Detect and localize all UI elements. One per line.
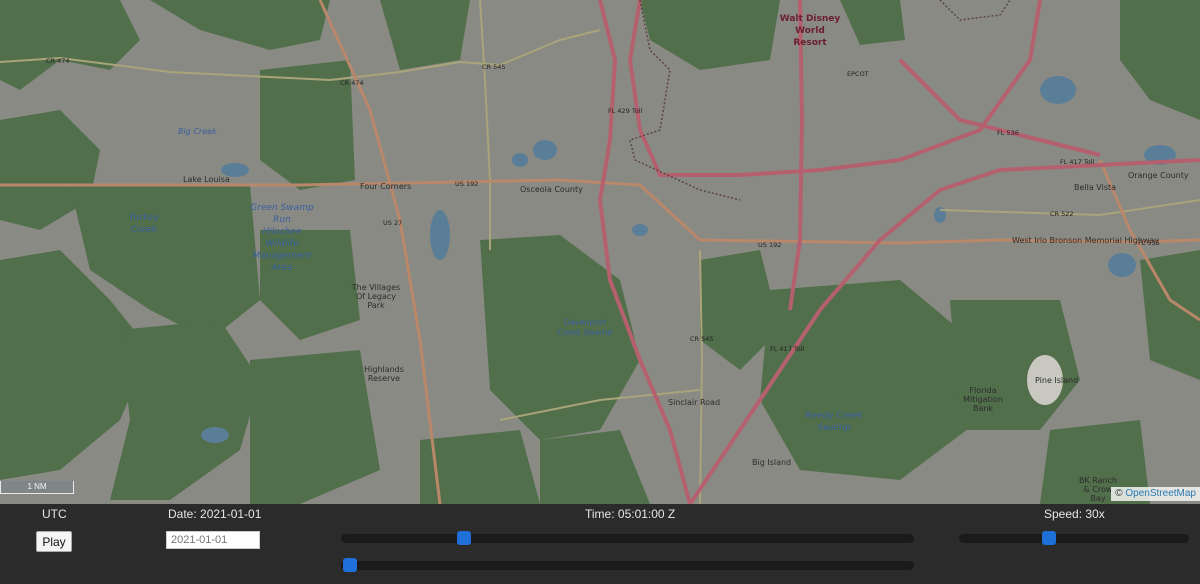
label-bk-1: BK Ranch xyxy=(1079,476,1117,485)
secondary-slider[interactable] xyxy=(341,558,914,572)
label-cr522: CR 522 xyxy=(1050,210,1074,218)
play-button[interactable]: Play xyxy=(36,531,72,552)
speed-slider[interactable] xyxy=(959,531,1189,545)
time-slider[interactable] xyxy=(341,531,914,545)
label-villages-3: Park xyxy=(367,301,385,310)
scale-bar: 1 NM xyxy=(0,481,74,494)
label-cr474-b: CR 474 xyxy=(340,79,364,87)
label-big-creek: Big Creek xyxy=(178,127,217,136)
map-view[interactable]: CR 474 CR 474 CR 545 CR 545 FL 429 Toll … xyxy=(0,0,1200,504)
label-us192-left: US 192 xyxy=(455,180,478,188)
label-us192-right: US 192 xyxy=(758,241,781,249)
label-florida-2: Mitigation xyxy=(963,395,1003,404)
label-us27: US 27 xyxy=(383,219,402,227)
label-wdw-1: Walt Disney xyxy=(780,14,841,24)
label-villages-1: The Villages xyxy=(351,283,400,292)
label-turkey-1: Turkey xyxy=(129,213,160,223)
label-turkey-2: Creek xyxy=(131,225,158,235)
label-highlands-2: Reserve xyxy=(368,374,400,383)
playback-controls: UTC Play Date: 2021-01-01 Time: 05:01:00… xyxy=(0,504,1200,584)
label-fl417-mid: FL 417 Toll xyxy=(770,345,805,353)
label-fl536: FL 536 xyxy=(997,129,1019,137)
label-bella-vista: Bella Vista xyxy=(1074,183,1116,192)
label-wdw-3: Resort xyxy=(793,38,827,48)
label-four-corners: Four Corners xyxy=(360,182,411,191)
label-sinclair: Sinclair Road xyxy=(668,398,720,407)
label-orange-county: Orange County xyxy=(1128,171,1189,180)
label-gsr-1: Green Swamp xyxy=(250,203,314,213)
secondary-slider-thumb[interactable] xyxy=(342,558,357,572)
date-input[interactable] xyxy=(166,531,260,549)
label-wdw-2: World xyxy=(795,26,825,36)
date-label: Date: 2021-01-01 xyxy=(168,507,262,521)
label-reedy-1: Reedy Creek xyxy=(805,411,863,421)
speed-label: Speed: 30x xyxy=(1044,507,1105,521)
label-gsr-2: Run xyxy=(273,215,291,225)
label-highlands-1: Highlands xyxy=(364,365,404,374)
label-fl429: FL 429 Toll xyxy=(608,107,643,115)
time-slider-thumb[interactable] xyxy=(457,531,472,545)
label-bk-3: Bay xyxy=(1090,494,1105,503)
label-reedy-2: Swamp xyxy=(817,423,850,433)
label-gsr-5: Management xyxy=(252,251,312,261)
label-davenport-2: Creek Swamp xyxy=(557,328,612,337)
label-fl417-top: FL 417 Toll xyxy=(1060,158,1095,166)
label-cr545-top: CR 545 xyxy=(482,63,506,71)
label-gsr-6: Area xyxy=(271,263,293,273)
label-pine-island: Pine Island xyxy=(1035,376,1078,385)
label-cr545-mid: CR 545 xyxy=(690,335,714,343)
label-gsr-3: Hilochee xyxy=(262,227,301,237)
label-villages-2: Of Legacy xyxy=(356,292,396,301)
speed-slider-thumb[interactable] xyxy=(1041,531,1056,545)
timezone-label: UTC xyxy=(42,507,67,521)
label-gsr-4: Wildlife xyxy=(265,239,299,249)
osm-attribution-link[interactable]: OpenStreetMap xyxy=(1125,488,1196,499)
label-davenport-1: Davenport xyxy=(564,318,607,327)
label-cr474-a: CR 474 xyxy=(46,57,70,65)
label-bk-2: & Crow xyxy=(1084,485,1113,494)
label-epcot: EPCOT xyxy=(847,70,869,78)
label-florida-1: Florida xyxy=(969,386,996,395)
map-attribution: © OpenStreetMap xyxy=(1111,487,1200,501)
label-big-island: Big Island xyxy=(752,458,791,467)
copyright-symbol: © xyxy=(1115,488,1123,499)
label-osceola-county: Osceola County xyxy=(520,185,583,194)
label-irlo: West Irlo Bronson Memorial Highway xyxy=(1012,236,1159,245)
label-lake: Lake Louisa xyxy=(183,175,230,184)
label-florida-3: Bank xyxy=(973,404,993,413)
map-tiles: CR 474 CR 474 CR 545 CR 545 FL 429 Toll … xyxy=(0,0,1200,504)
time-label: Time: 05:01:00 Z xyxy=(585,507,676,521)
